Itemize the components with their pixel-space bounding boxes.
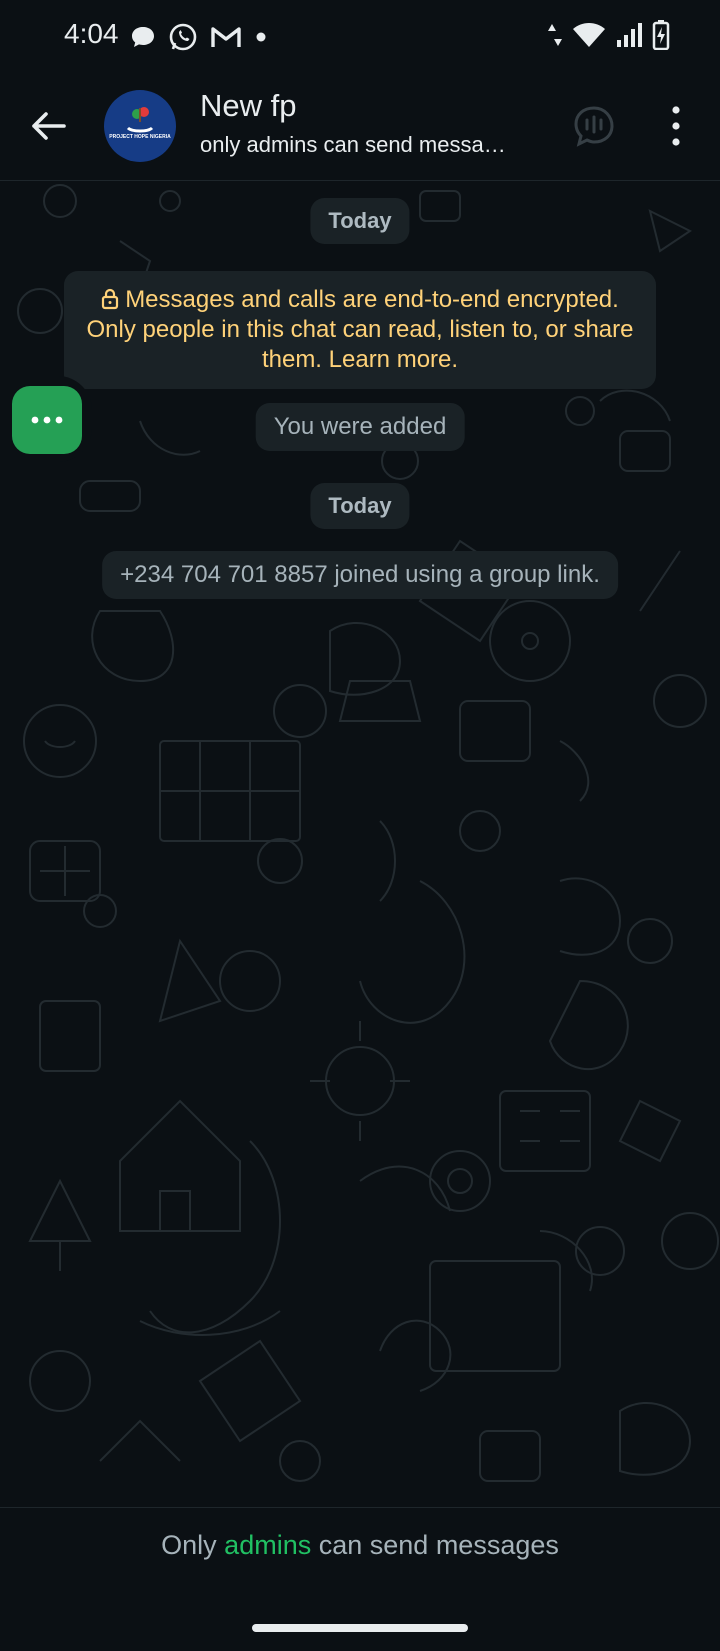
lock-icon — [102, 288, 119, 310]
chat-bubble-icon — [132, 27, 154, 47]
group-title[interactable]: New fp — [200, 88, 296, 124]
floating-bubble[interactable] — [0, 376, 92, 462]
whatsapp-icon — [169, 23, 197, 51]
add-call-icon[interactable] — [570, 102, 618, 150]
gmail-icon — [211, 27, 241, 47]
encryption-notice[interactable]: Messages and calls are end-to-end encryp… — [64, 271, 656, 389]
footer-suffix: can send messages — [318, 1530, 559, 1560]
chat-area[interactable]: Today Messages and calls are end-to-end … — [0, 181, 720, 1507]
footer-bar: Only admins can send messages — [0, 1507, 720, 1651]
footer-prefix: Only — [161, 1530, 217, 1560]
status-time: 4:04 — [64, 18, 119, 49]
status-bar: 4:04 — [0, 0, 720, 72]
back-arrow-icon[interactable] — [24, 102, 72, 150]
added-notice: You were added — [255, 403, 465, 451]
system-icons — [548, 20, 670, 50]
data-arrows-icon — [548, 24, 562, 46]
date-chip: Today — [310, 198, 410, 244]
project-hope-logo-icon — [126, 107, 154, 133]
signal-icon — [617, 23, 642, 47]
encryption-notice-text: Messages and calls are end-to-end encryp… — [86, 286, 634, 373]
date-chip-second: Today — [310, 483, 410, 529]
chat-header: PROJECT HOPE NIGERIA New fp only admins … — [0, 72, 720, 181]
dot-icon — [256, 32, 266, 42]
battery-charging-icon — [652, 20, 670, 50]
admins-link[interactable]: admins — [224, 1530, 311, 1560]
more-options-icon[interactable] — [664, 100, 688, 152]
join-notice: +234 704 701 8857 joined using a group l… — [102, 551, 618, 599]
home-indicator[interactable] — [252, 1624, 468, 1632]
group-avatar[interactable]: PROJECT HOPE NIGERIA — [104, 90, 176, 162]
avatar-text: PROJECT HOPE NIGERIA — [109, 134, 171, 140]
group-subtitle[interactable]: only admins can send messa… — [200, 132, 540, 158]
wifi-icon — [573, 23, 605, 47]
ellipsis-icon — [31, 416, 63, 424]
notification-icons — [130, 22, 268, 52]
admin-only-message: Only admins can send messages — [0, 1530, 720, 1561]
more-actions-button[interactable] — [12, 386, 82, 454]
